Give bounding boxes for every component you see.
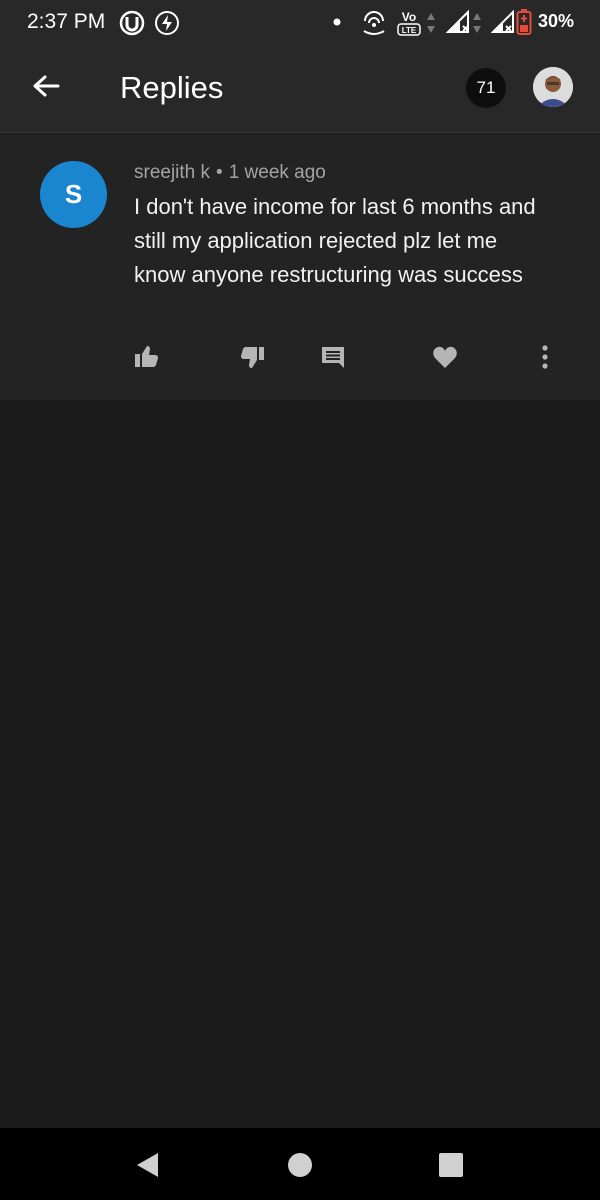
comment-author[interactable]: sreejith k	[134, 162, 210, 183]
reply-count-badge[interactable]: 71	[466, 68, 506, 108]
nav-recents-button[interactable]	[436, 1150, 466, 1180]
app-bar: Replies 71	[0, 46, 600, 133]
status-bar: 2:37 PM Vo LTE 30%	[0, 0, 600, 46]
comment-time: 1 week ago	[228, 162, 326, 183]
comment-text: I don't have income for last 6 months an…	[134, 194, 536, 287]
nav-back-button[interactable]	[133, 1150, 163, 1180]
more-options-button[interactable]	[530, 342, 560, 372]
user-photo-icon	[533, 67, 573, 107]
system-nav-bar	[0, 1128, 600, 1200]
reply-button[interactable]	[318, 342, 348, 372]
utorrent-icon	[119, 10, 145, 36]
thumbs-down-icon	[241, 347, 264, 368]
back-triangle-icon	[137, 1153, 158, 1177]
battery-icon	[516, 9, 532, 35]
profile-avatar[interactable]	[533, 67, 573, 107]
svg-text:Vo: Vo	[402, 10, 416, 24]
comment-meta: sreejith k • 1 week ago	[134, 162, 326, 184]
commenter-avatar[interactable]: S	[40, 161, 107, 228]
comment-card: S sreejith k • 1 week ago I don't have inc…	[0, 134, 600, 400]
data-arrows-icon	[473, 13, 481, 33]
page-title: Replies	[120, 70, 224, 105]
heart-button[interactable]	[430, 342, 460, 372]
dislike-button[interactable]	[238, 342, 268, 372]
nav-home-button[interactable]	[285, 1150, 315, 1180]
signal-icon	[491, 10, 514, 33]
more-vertical-icon	[542, 345, 548, 369]
data-saver-icon	[155, 11, 179, 35]
volte-icon: Vo LTE	[397, 10, 421, 36]
meta-separator: •	[216, 162, 223, 183]
signal-icon	[446, 10, 469, 33]
arrow-left-icon	[33, 75, 60, 97]
battery-percent: 30%	[538, 11, 575, 31]
like-button[interactable]	[131, 342, 161, 372]
status-time: 2:37 PM	[27, 10, 106, 33]
home-circle-icon	[288, 1153, 312, 1177]
data-arrows-icon	[427, 13, 435, 33]
notification-dot-icon	[333, 18, 341, 26]
reply-icon	[322, 347, 344, 368]
thumbs-up-icon	[135, 346, 158, 367]
recents-square-icon	[439, 1153, 463, 1177]
back-button[interactable]	[24, 66, 68, 110]
svg-text:LTE: LTE	[402, 26, 417, 35]
heart-icon	[433, 346, 457, 368]
hotspot-icon	[363, 11, 385, 35]
